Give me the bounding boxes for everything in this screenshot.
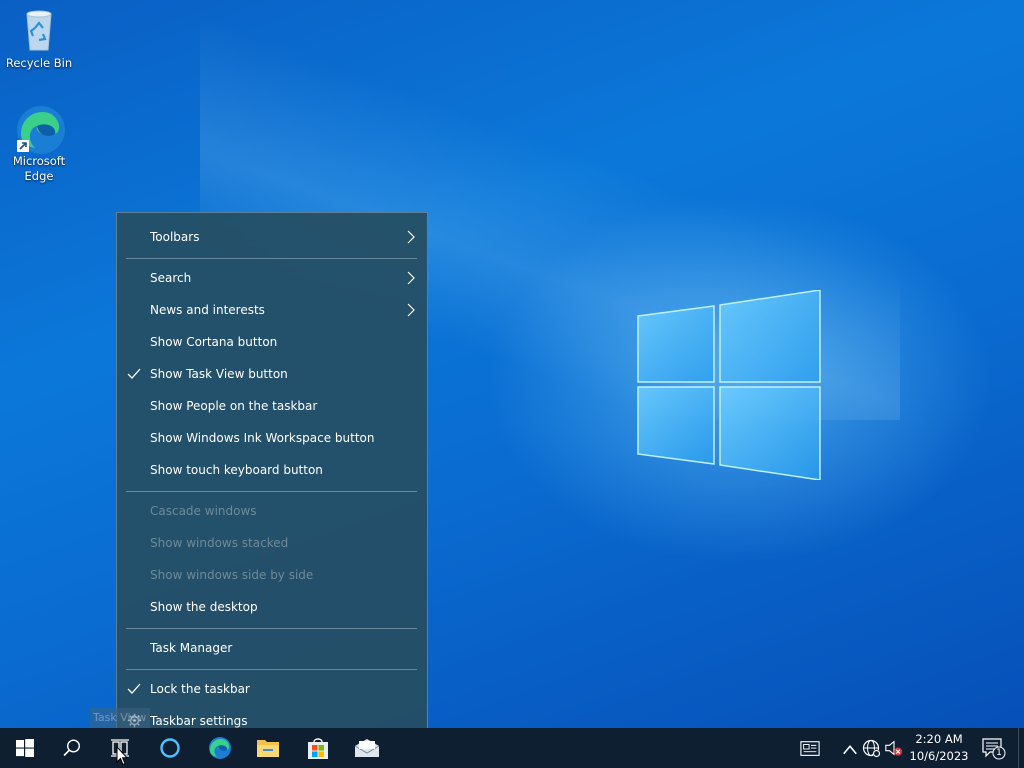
checkmark-icon xyxy=(127,368,141,379)
menu-item-label: Task Manager xyxy=(150,641,233,655)
edge-icon xyxy=(15,104,65,154)
checkmark-icon xyxy=(127,683,141,694)
show-desktop-button[interactable] xyxy=(1018,728,1019,768)
menu-separator xyxy=(126,258,417,259)
show-hidden-icons-chevron[interactable] xyxy=(840,740,860,760)
menu-item-show-task-view-button[interactable]: Show Task View button xyxy=(117,358,427,390)
menu-separator xyxy=(126,669,417,670)
menu-item-label: Show Task View button xyxy=(150,367,288,381)
chevron-right-icon xyxy=(407,303,415,317)
mouse-cursor xyxy=(116,746,128,766)
menu-item-label: Show the desktop xyxy=(150,600,258,614)
cortana-icon xyxy=(160,738,180,758)
volume-muted-icon[interactable] xyxy=(884,738,904,758)
menu-item-label: Show Windows Ink Workspace button xyxy=(150,431,375,445)
taskbar-context-menu: Toolbars Search News and interests Show … xyxy=(116,212,428,728)
menu-item-label: Toolbars xyxy=(150,230,200,244)
menu-item-search[interactable]: Search xyxy=(117,262,427,294)
menu-separator xyxy=(126,491,417,492)
menu-item-task-manager[interactable]: Task Manager xyxy=(117,632,427,664)
start-button[interactable] xyxy=(0,728,48,768)
microsoft-edge-shortcut[interactable]: Microsoft Edge xyxy=(1,104,77,184)
menu-item-label: News and interests xyxy=(150,303,265,317)
mail-icon xyxy=(354,739,380,757)
menu-separator xyxy=(126,628,417,629)
news-icon[interactable] xyxy=(800,739,820,759)
network-icon[interactable] xyxy=(862,738,882,758)
clock-date: 10/6/2023 xyxy=(909,749,969,763)
microsoft-store-button[interactable] xyxy=(294,728,342,768)
tooltip-text: Task View xyxy=(93,711,147,724)
menu-item-label: Search xyxy=(150,271,192,285)
menu-item-show-windows-ink[interactable]: Show Windows Ink Workspace button xyxy=(117,422,427,454)
taskbar[interactable]: 2:20 AM 10/6/2023 1 xyxy=(0,728,1024,768)
microsoft-edge-label: Microsoft Edge xyxy=(12,154,66,183)
edge-icon xyxy=(209,737,231,759)
chevron-right-icon xyxy=(407,230,415,244)
menu-item-show-windows-side-by-side: Show windows side by side xyxy=(117,559,427,591)
search-button[interactable] xyxy=(48,728,96,768)
task-view-tooltip: Task View xyxy=(90,708,150,728)
cortana-button[interactable] xyxy=(146,728,194,768)
menu-item-label: Cascade windows xyxy=(150,504,257,518)
start-icon xyxy=(16,739,34,757)
file-explorer-button[interactable] xyxy=(244,728,292,768)
menu-item-cascade-windows: Cascade windows xyxy=(117,495,427,527)
menu-item-label: Show windows side by side xyxy=(150,568,314,582)
menu-item-news-and-interests[interactable]: News and interests xyxy=(117,294,427,326)
notification-count: 1 xyxy=(996,748,1002,758)
desktop[interactable]: Recycle Bin Microsoft Edge Toolbars Searc… xyxy=(0,0,1024,728)
menu-item-show-windows-stacked: Show windows stacked xyxy=(117,527,427,559)
taskbar-clock[interactable]: 2:20 AM 10/6/2023 xyxy=(908,731,970,765)
edge-taskbar-button[interactable] xyxy=(196,728,244,768)
recycle-bin-label: Recycle Bin xyxy=(5,56,73,70)
menu-item-label: Taskbar settings xyxy=(150,714,248,728)
action-center-button[interactable]: 1 xyxy=(982,738,1006,760)
chevron-right-icon xyxy=(407,271,415,285)
recycle-bin-shortcut[interactable]: Recycle Bin xyxy=(1,6,77,71)
windows-logo-wallpaper xyxy=(637,290,821,480)
menu-item-toolbars[interactable]: Toolbars xyxy=(117,221,427,253)
menu-item-lock-the-taskbar[interactable]: Lock the taskbar xyxy=(117,673,427,705)
clock-time: 2:20 AM xyxy=(915,732,963,746)
menu-item-label: Show People on the taskbar xyxy=(150,399,318,413)
store-icon xyxy=(308,738,328,759)
menu-item-label: Show touch keyboard button xyxy=(150,463,323,477)
menu-item-taskbar-settings[interactable]: Taskbar settings xyxy=(117,705,427,728)
menu-item-show-people[interactable]: Show People on the taskbar xyxy=(117,390,427,422)
mail-button[interactable] xyxy=(342,728,390,768)
menu-item-show-the-desktop[interactable]: Show the desktop xyxy=(117,591,427,623)
menu-item-show-cortana-button[interactable]: Show Cortana button xyxy=(117,326,427,358)
menu-item-show-touch-keyboard[interactable]: Show touch keyboard button xyxy=(117,454,427,486)
menu-item-label: Lock the taskbar xyxy=(150,682,250,696)
menu-item-label: Show Cortana button xyxy=(150,335,278,349)
search-icon xyxy=(63,739,81,757)
menu-item-label: Show windows stacked xyxy=(150,536,289,550)
file-explorer-icon xyxy=(257,740,279,757)
recycle-bin-icon xyxy=(15,6,63,54)
